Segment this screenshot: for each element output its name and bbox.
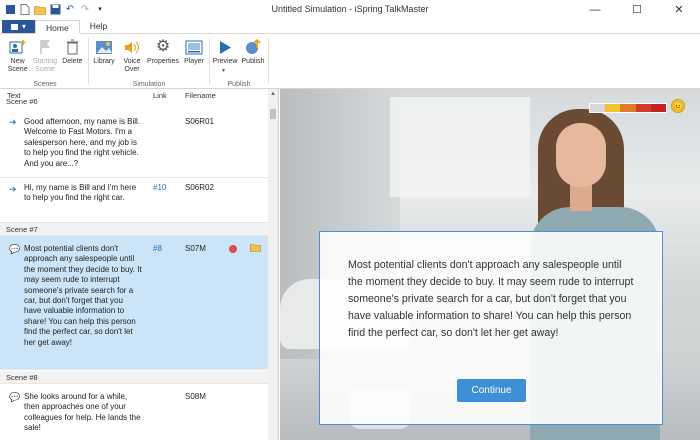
scene-list-panel: Text Link Filename Scene #6 ➜ Good after… (0, 89, 279, 440)
window-controls: — ☐ ✕ (574, 0, 700, 19)
starting-scene-button[interactable]: Starting Scene (31, 37, 58, 74)
voice-over-button[interactable]: Voice Over (118, 37, 146, 74)
row-filename: S06R01 (185, 117, 214, 126)
ribbon-separator (88, 38, 89, 84)
record-icon[interactable] (229, 245, 237, 253)
trash-icon (62, 37, 82, 57)
scene-header-7[interactable]: Scene #7 (0, 223, 268, 236)
app-menu-icon (10, 23, 18, 30)
publish-icon (243, 37, 263, 57)
response-arrow-icon: ➜ (9, 117, 17, 127)
ribbon: New Scene Starting Scene Delete Scenes L… (0, 34, 700, 89)
ribbon-separator (268, 38, 269, 84)
ribbon-group-scenes: New Scene Starting Scene Delete Scenes (4, 34, 86, 89)
continue-button[interactable]: Continue (457, 379, 526, 402)
minimize-button[interactable]: — (574, 0, 616, 19)
customize-toolbar-icon[interactable]: ▾ (94, 4, 106, 16)
play-icon (215, 37, 235, 57)
message-dialog: Most potential clients don't approach an… (319, 231, 663, 425)
folder-icon[interactable] (250, 243, 261, 254)
player-icon (184, 37, 204, 57)
open-folder-icon[interactable] (34, 4, 46, 16)
scene-header-8[interactable]: Scene #8 (0, 371, 268, 384)
speaker-icon (122, 37, 142, 57)
dialog-message: Most potential clients don't approach an… (348, 259, 634, 339)
row-text: She looks around for a while, then appro… (24, 392, 141, 433)
publish-button[interactable]: Publish (239, 37, 267, 66)
app-menu-button[interactable]: ▾ (2, 20, 35, 33)
library-button[interactable]: Library (90, 37, 118, 74)
library-label: Library (93, 58, 115, 65)
save-icon[interactable] (49, 4, 61, 16)
new-file-icon[interactable] (19, 4, 31, 16)
row-filename: S08M (185, 392, 206, 401)
response-arrow-icon: ➜ (9, 184, 17, 194)
character-face (556, 123, 606, 187)
simulation-preview: 😐 Most potential clients don't approach … (280, 89, 700, 440)
scene-header-6: Scene #6 (0, 99, 268, 108)
title-bar: ↶ ↷ ▾ Untitled Simulation - iSpring Talk… (0, 0, 700, 19)
close-button[interactable]: ✕ (658, 0, 700, 19)
background-window (390, 97, 530, 197)
new-scene-icon (8, 37, 28, 57)
maximize-button[interactable]: ☐ (616, 0, 658, 19)
ribbon-tabs: ▾ Home Help (0, 19, 700, 34)
preview-button[interactable]: Preview (211, 37, 239, 66)
publish-label: Publish (241, 58, 265, 65)
new-scene-label: New Scene (7, 58, 28, 73)
delete-button[interactable]: Delete (59, 37, 86, 74)
row-link[interactable]: #10 (153, 183, 166, 192)
scroll-up-icon[interactable]: ▲ (268, 89, 278, 99)
app-menu-chevron-icon: ▾ (21, 22, 26, 31)
group-label-publish: Publish (227, 81, 251, 88)
mood-segment (605, 104, 621, 112)
mood-segment (635, 104, 651, 112)
table-row-selected[interactable]: 💬 Most potential clients don't approach … (0, 236, 268, 370)
preview-dropdown-icon[interactable]: ▾ (222, 67, 225, 74)
row-text: Good afternoon, my name is Bill. Welcome… (24, 117, 141, 168)
undo-icon[interactable]: ↶ (64, 4, 76, 16)
ribbon-group-simulation: Library Voice Over ⚙ Properties Player S… (90, 34, 208, 89)
ribbon-separator (209, 38, 210, 84)
quick-access-toolbar: ↶ ↷ ▾ (0, 4, 106, 16)
redo-icon[interactable]: ↷ (79, 4, 91, 16)
properties-label: Properties (147, 58, 179, 65)
properties-button[interactable]: ⚙ Properties (146, 37, 180, 74)
row-filename: S06R02 (185, 183, 214, 192)
table-row[interactable]: ➜ Hi, my name is Bill and I'm here to he… (0, 178, 268, 223)
delete-label: Delete (62, 58, 83, 65)
group-label-scenes: Scenes (33, 81, 57, 88)
speech-bubble-icon: 💬 (9, 244, 21, 254)
ribbon-group-publish: Preview Publish ▾ Publish (211, 34, 267, 89)
app-logo-icon (4, 4, 16, 16)
starting-scene-label: Starting Scene (32, 58, 58, 73)
row-link[interactable]: #8 (153, 244, 162, 253)
mood-meter (589, 103, 667, 113)
scroll-thumb[interactable] (270, 109, 276, 119)
mood-segment (620, 104, 636, 112)
vertical-scrollbar[interactable]: ▲ (268, 89, 278, 440)
voice-over-label: Voice Over (123, 58, 141, 73)
table-row[interactable]: 💬 She looks around for a while, then app… (0, 384, 268, 440)
mood-segment (650, 104, 667, 112)
tab-help[interactable]: Help (80, 19, 117, 33)
row-text: Most potential clients don't approach an… (24, 244, 142, 347)
row-text: Hi, my name is Bill and I'm here to help… (24, 183, 137, 203)
table-row[interactable]: ➜ Good afternoon, my name is Bill. Welco… (0, 109, 268, 178)
library-icon (94, 37, 114, 57)
group-label-simulation: Simulation (132, 81, 166, 88)
new-scene-button[interactable]: New Scene (4, 37, 31, 74)
preview-label: Preview (212, 58, 238, 65)
player-button[interactable]: Player (180, 37, 208, 74)
speech-bubble-icon: 💬 (9, 392, 21, 402)
gear-icon: ⚙ (155, 38, 171, 55)
mood-segment (590, 104, 606, 112)
flag-icon (35, 37, 55, 57)
row-filename: S07M (185, 244, 206, 253)
neutral-face-icon: 😐 (671, 99, 685, 113)
tab-home[interactable]: Home (35, 20, 80, 34)
player-label: Player (184, 58, 204, 65)
